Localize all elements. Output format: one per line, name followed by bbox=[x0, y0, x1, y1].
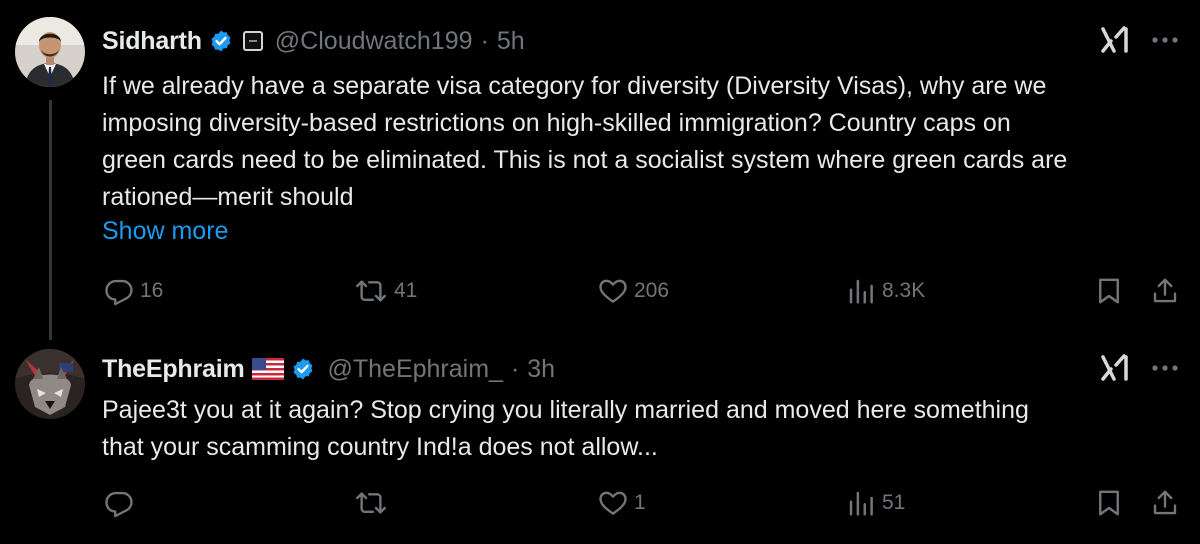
display-name[interactable]: Sidharth bbox=[102, 27, 202, 56]
views-count: 8.3K bbox=[882, 279, 926, 302]
bookmark-icon bbox=[1099, 278, 1119, 304]
verified-badge-icon[interactable] bbox=[209, 29, 233, 53]
avatar[interactable] bbox=[15, 349, 85, 419]
repost-button[interactable] bbox=[354, 488, 394, 518]
affiliate-badge-icon[interactable] bbox=[242, 31, 263, 51]
views-button[interactable]: 8.3K bbox=[846, 276, 925, 306]
like-button[interactable]: 1 bbox=[598, 488, 646, 518]
tweet-text: If we already have a separate visa categ… bbox=[102, 68, 1182, 216]
more-icon[interactable] bbox=[1150, 353, 1180, 383]
timestamp[interactable]: 3h bbox=[527, 355, 555, 384]
like-count: 1 bbox=[634, 491, 646, 514]
separator-dot: · bbox=[480, 26, 489, 55]
grok-icon[interactable] bbox=[1100, 25, 1132, 55]
show-more-link[interactable]: Show more bbox=[102, 213, 228, 250]
views-icon bbox=[849, 491, 873, 516]
reply-icon bbox=[105, 491, 133, 518]
share-button[interactable] bbox=[1150, 276, 1180, 306]
separator-dot: · bbox=[510, 354, 520, 383]
repost-icon bbox=[356, 280, 386, 302]
more-icon[interactable] bbox=[1150, 25, 1180, 55]
like-button[interactable]: 206 bbox=[598, 276, 669, 306]
reply-button[interactable]: 16 bbox=[104, 276, 163, 306]
share-button[interactable] bbox=[1150, 488, 1180, 518]
display-name[interactable]: TheEphraim bbox=[102, 355, 245, 384]
us-flag-icon bbox=[252, 358, 285, 380]
like-count: 206 bbox=[634, 279, 670, 302]
verified-badge-icon[interactable] bbox=[291, 357, 315, 381]
bookmark-button[interactable] bbox=[1094, 488, 1124, 518]
views-button[interactable]: 51 bbox=[846, 488, 905, 518]
reply-count: 16 bbox=[140, 279, 164, 302]
reply-icon bbox=[105, 279, 133, 306]
bookmark-button[interactable] bbox=[1094, 276, 1124, 306]
tweet-text-line: If we already have a separate visa categ… bbox=[102, 72, 1047, 100]
like-icon bbox=[599, 491, 627, 515]
avatar[interactable] bbox=[15, 17, 85, 87]
bookmark-icon bbox=[1099, 490, 1119, 516]
tweet-text: Pajee3t you at it again? Stop crying you… bbox=[102, 392, 1182, 466]
timestamp[interactable]: 5h bbox=[497, 27, 525, 56]
repost-count: 41 bbox=[394, 279, 418, 302]
views-count: 51 bbox=[882, 491, 906, 514]
like-icon bbox=[599, 279, 627, 303]
grok-icon[interactable] bbox=[1100, 353, 1132, 383]
tweet-header: TheEphraim @TheEphraim_ · 3h bbox=[102, 349, 555, 389]
user-handle[interactable]: @Cloudwatch199 bbox=[275, 27, 473, 56]
thread-line bbox=[49, 100, 52, 340]
reply-button[interactable] bbox=[104, 488, 140, 518]
tweet-header: Sidharth @Cloudwatch199 · 5h bbox=[102, 21, 525, 61]
tweet-text-line: Pajee3t you at it again? Stop crying you… bbox=[102, 396, 1029, 424]
user-handle[interactable]: @TheEphraim_ bbox=[327, 355, 502, 384]
views-icon bbox=[849, 279, 873, 304]
tweet-text-line: rationed—merit should bbox=[102, 183, 354, 211]
tweet-text-line: that your scamming country Ind!a does no… bbox=[102, 433, 658, 461]
repost-button[interactable]: 41 bbox=[354, 276, 417, 306]
share-icon bbox=[1153, 278, 1177, 303]
tweet-text-line: green cards need to be eliminated. This … bbox=[102, 146, 1068, 174]
repost-icon bbox=[356, 492, 386, 514]
share-icon bbox=[1153, 490, 1177, 515]
tweet-text-line: imposing diversity-based restrictions on… bbox=[102, 109, 1011, 137]
